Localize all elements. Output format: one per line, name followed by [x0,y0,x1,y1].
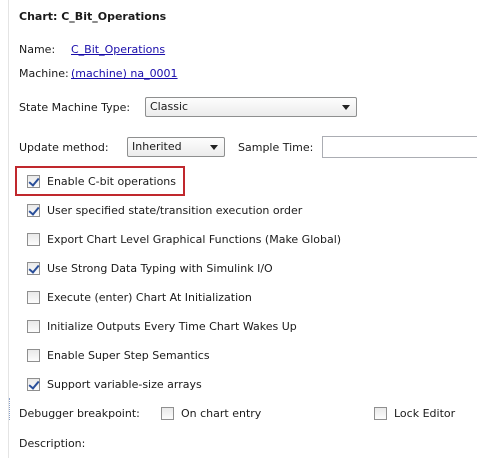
option-label: User specified state/transition executio… [47,204,303,217]
lock-editor-checkbox[interactable] [374,407,387,420]
debugger-breakpoint-label: Debugger breakpoint: [19,407,140,420]
lock-editor-label: Lock Editor [394,407,456,420]
option-label: Export Chart Level Graphical Functions (… [47,233,342,246]
chart-title: Chart: C_Bit_Operations [19,10,167,23]
sample-time-input[interactable] [322,136,477,158]
option-label: Execute (enter) Chart At Initialization [47,291,252,304]
name-label: Name: [19,43,56,56]
divider [9,398,10,420]
strong-data-typing-checkbox[interactable] [27,262,40,275]
execute-at-initialization-checkbox[interactable] [27,291,40,304]
option-label: Initialize Outputs Every Time Chart Wake… [47,320,297,333]
update-method-value: Inherited [132,140,182,153]
state-machine-type-label: State Machine Type: [19,101,131,114]
sample-time-label: Sample Time: [238,141,314,154]
on-chart-entry-label: On chart entry [181,407,262,420]
option-label: Enable Super Step Semantics [47,349,210,362]
name-link[interactable]: C_Bit_Operations [71,43,165,56]
chevron-down-icon [342,105,350,110]
update-method-dropdown[interactable]: Inherited [127,137,225,157]
state-machine-type-value: Classic [150,100,189,113]
option-label: Support variable-size arrays [47,378,202,391]
initialize-outputs-checkbox[interactable] [27,320,40,333]
chart-properties-panel: Chart: C_Bit_Operations Name: C_Bit_Oper… [8,0,477,458]
option-label: Use Strong Data Typing with Simulink I/O [47,262,273,275]
option-label: Enable C-bit operations [47,175,177,188]
on-chart-entry-checkbox[interactable] [161,407,174,420]
update-method-label: Update method: [19,141,109,154]
machine-link[interactable]: (machine) na_0001 [71,67,178,80]
user-specified-order-checkbox[interactable] [27,204,40,217]
super-step-semantics-checkbox[interactable] [27,349,40,362]
enable-c-bit-checkbox[interactable] [27,175,40,188]
export-graphical-functions-checkbox[interactable] [27,233,40,246]
machine-label: Machine: [19,67,69,80]
chevron-down-icon [210,145,218,150]
variable-size-arrays-checkbox[interactable] [27,378,40,391]
state-machine-type-dropdown[interactable]: Classic [145,97,357,117]
description-label: Description: [19,437,86,450]
